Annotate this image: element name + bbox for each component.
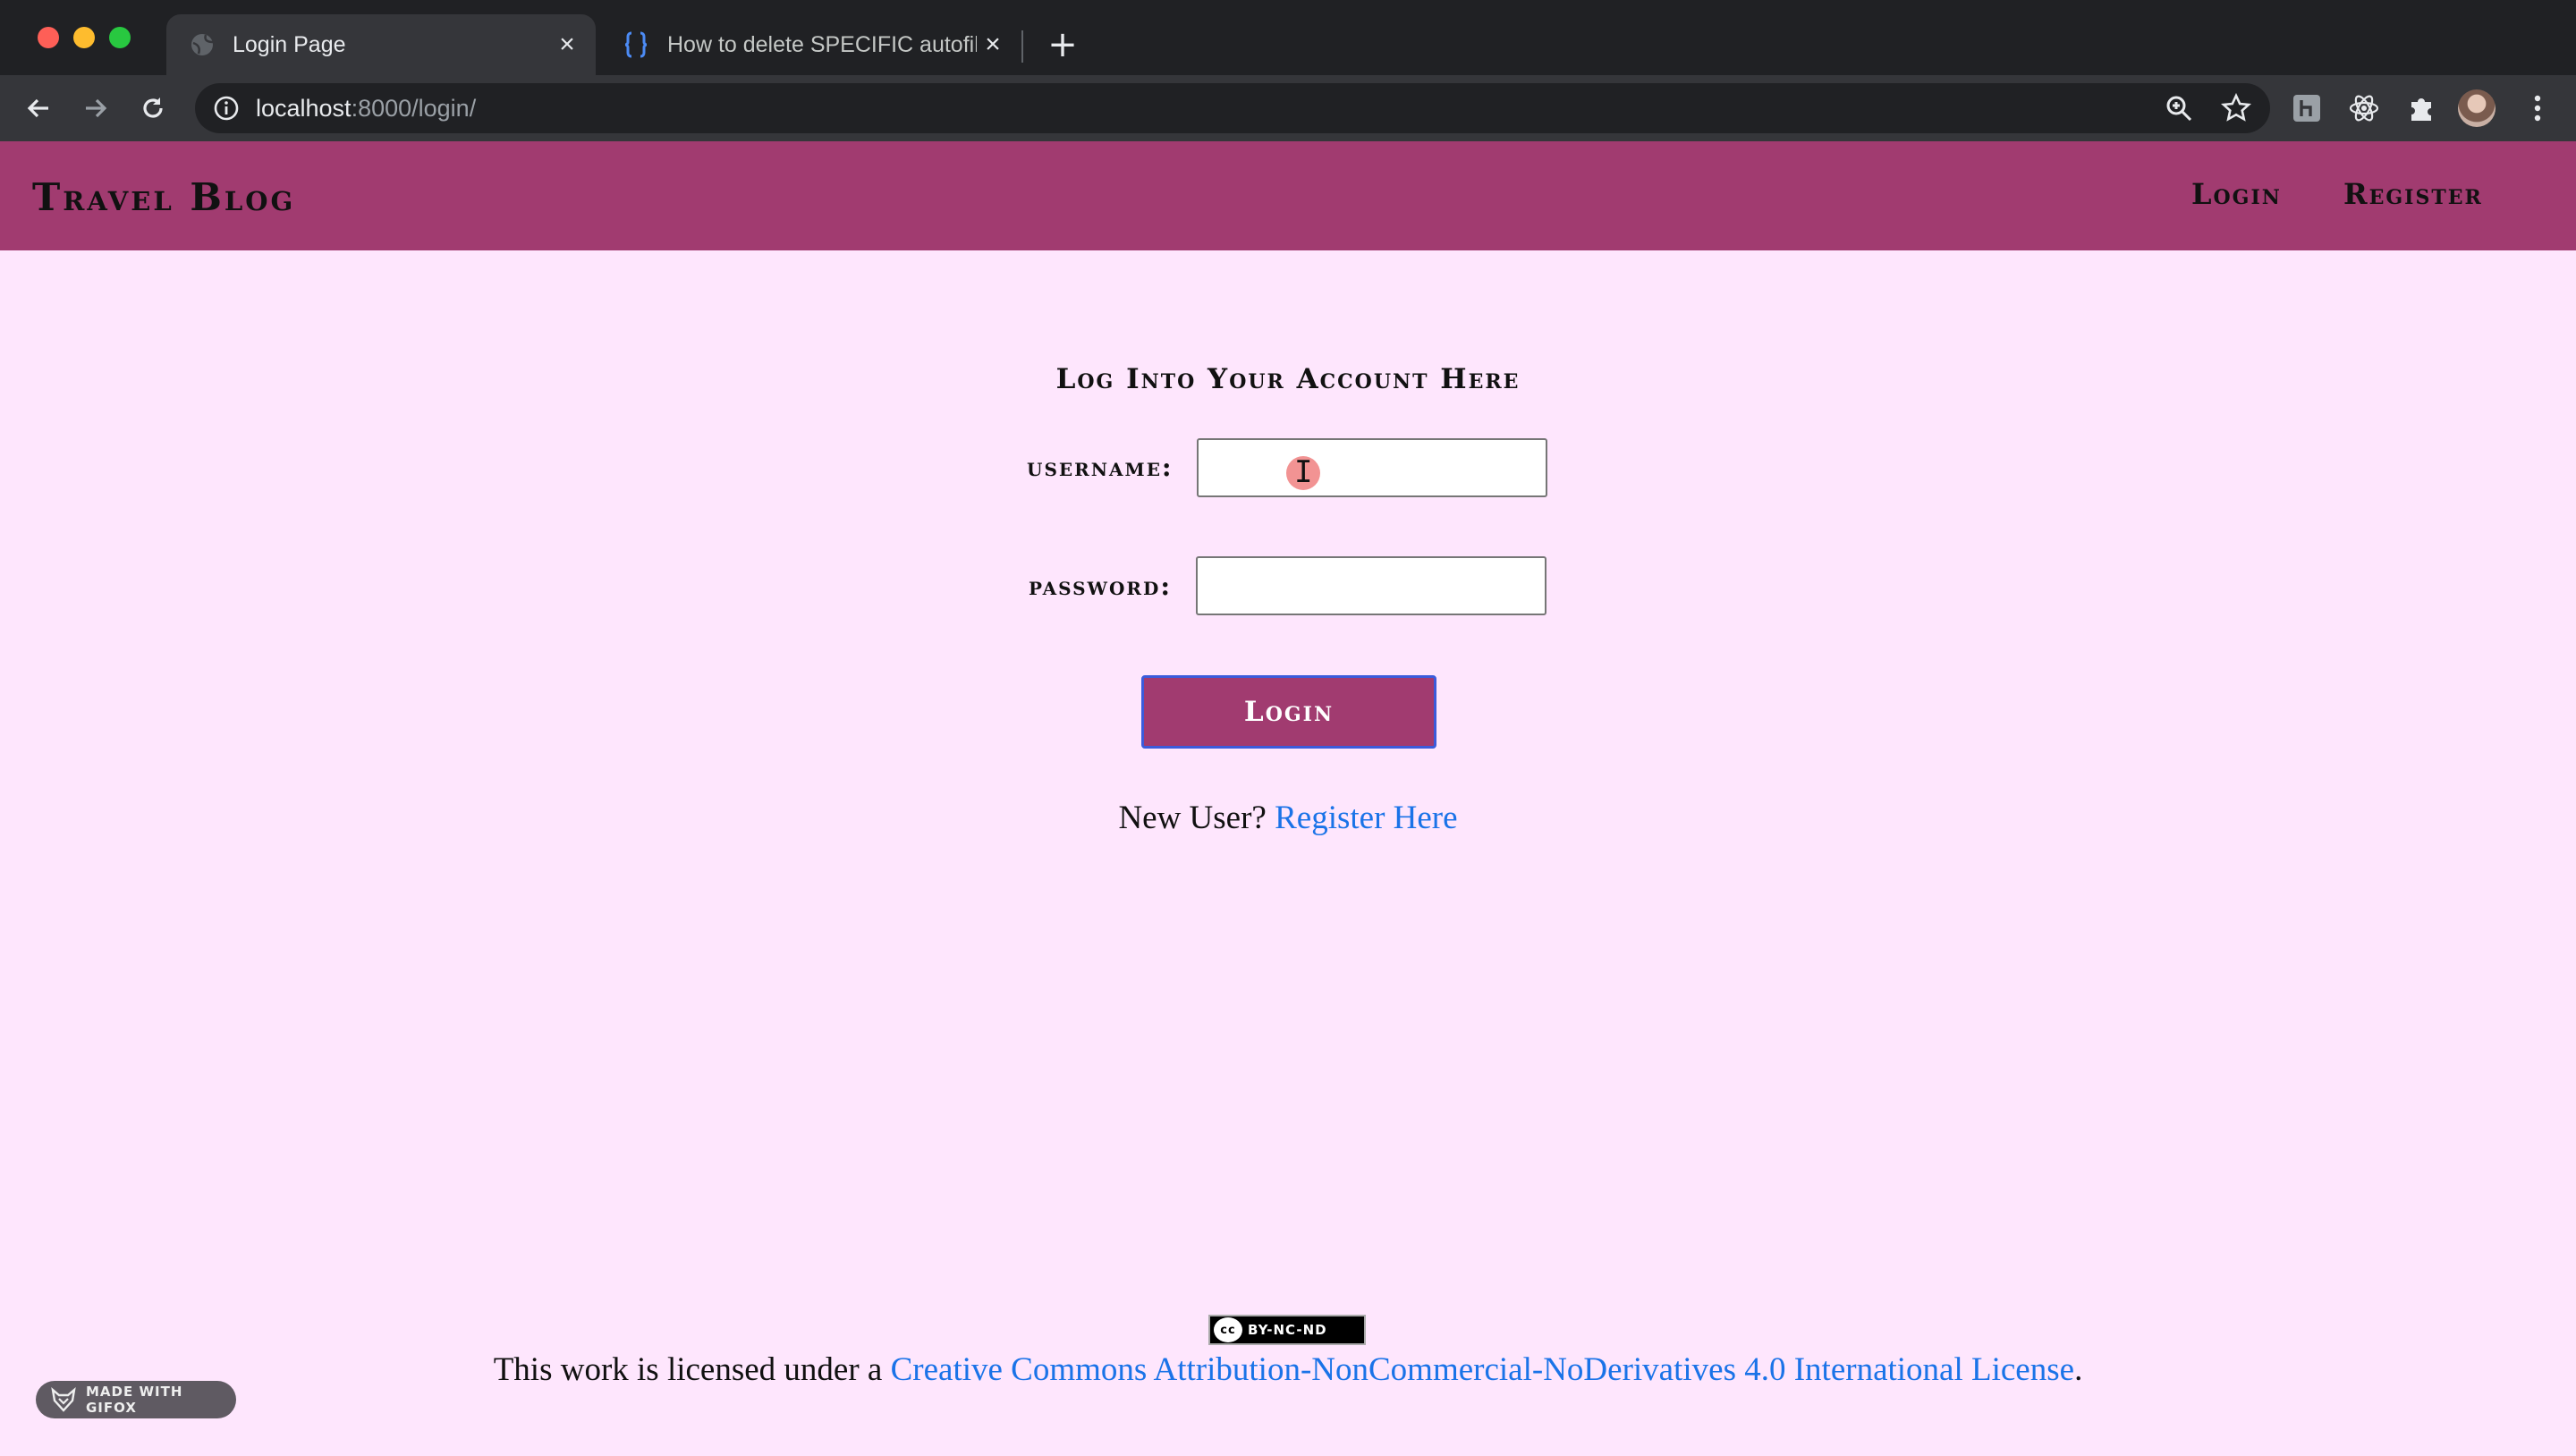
- star-icon[interactable]: [2220, 92, 2252, 124]
- cc-badge-text: BY-NC-ND: [1248, 1322, 1327, 1338]
- tab-login-page[interactable]: Login Page ×: [166, 14, 596, 75]
- form-title: Log Into Your Account Here: [1055, 363, 1521, 395]
- reload-icon[interactable]: [132, 88, 174, 129]
- site-navbar: Travel Blog Login Register: [0, 141, 2576, 250]
- minimize-window-button[interactable]: [73, 27, 95, 48]
- site-brand[interactable]: Travel Blog: [32, 175, 295, 219]
- browser-toolbar: localhost:8000/login/: [0, 75, 2576, 141]
- maximize-window-button[interactable]: [109, 27, 131, 48]
- extension-h-icon[interactable]: [2290, 91, 2324, 125]
- cc-icon: cc: [1214, 1317, 1242, 1342]
- password-label: password:: [1029, 571, 1173, 601]
- tab-title: Login Page: [233, 31, 346, 57]
- react-icon[interactable]: [2347, 91, 2381, 125]
- stackoverflow-icon: [623, 30, 651, 59]
- globe-icon: [188, 30, 216, 59]
- forward-icon[interactable]: [75, 88, 116, 129]
- fox-icon: [50, 1386, 77, 1413]
- register-here-link[interactable]: Register Here: [1275, 800, 1457, 836]
- license-suffix: .: [2074, 1351, 2083, 1388]
- license-text: This work is licensed under a Creative C…: [0, 1350, 2576, 1389]
- puzzle-icon[interactable]: [2404, 91, 2438, 125]
- nav-register-link[interactable]: Register: [2343, 177, 2483, 211]
- menu-icon[interactable]: [2521, 91, 2555, 125]
- close-tab-icon[interactable]: ×: [551, 29, 583, 61]
- info-icon[interactable]: [213, 95, 240, 122]
- url-text: localhost:8000/login/: [256, 94, 477, 122]
- username-input[interactable]: [1197, 438, 1547, 497]
- back-icon[interactable]: [18, 88, 59, 129]
- address-bar[interactable]: localhost:8000/login/: [195, 83, 2270, 133]
- close-tab-icon[interactable]: ×: [977, 29, 1009, 61]
- new-user-prompt: New User? Register Here: [0, 799, 2576, 837]
- password-input[interactable]: [1196, 556, 1546, 615]
- nav-login-link[interactable]: Login: [2191, 177, 2282, 211]
- browser-tabstrip: Login Page × How to delete SPECIFIC auto…: [0, 0, 2576, 75]
- tab-stackoverflow[interactable]: How to delete SPECIFIC autofill ×: [601, 14, 1021, 75]
- login-button[interactable]: Login: [1141, 675, 1436, 749]
- close-window-button[interactable]: [38, 27, 59, 48]
- license-link[interactable]: Creative Commons Attribution-NonCommerci…: [891, 1351, 2074, 1388]
- avatar[interactable]: [2458, 89, 2496, 127]
- gifox-label: MADE WITH GIFOX: [86, 1384, 183, 1416]
- tab-separator: [1021, 30, 1023, 63]
- new-user-text: New User?: [1118, 800, 1267, 836]
- new-tab-button[interactable]: +: [1043, 24, 1082, 65]
- username-label: username:: [1027, 452, 1174, 482]
- tab-title: How to delete SPECIFIC autofill: [667, 31, 977, 57]
- zoom-icon[interactable]: [2163, 92, 2195, 124]
- license-prefix: This work is licensed under a: [493, 1351, 883, 1388]
- gifox-watermark: MADE WITH GIFOX: [36, 1381, 236, 1418]
- cc-license-badge[interactable]: cc BY-NC-ND: [1208, 1315, 1366, 1345]
- text-cursor-icon: I: [1294, 454, 1313, 490]
